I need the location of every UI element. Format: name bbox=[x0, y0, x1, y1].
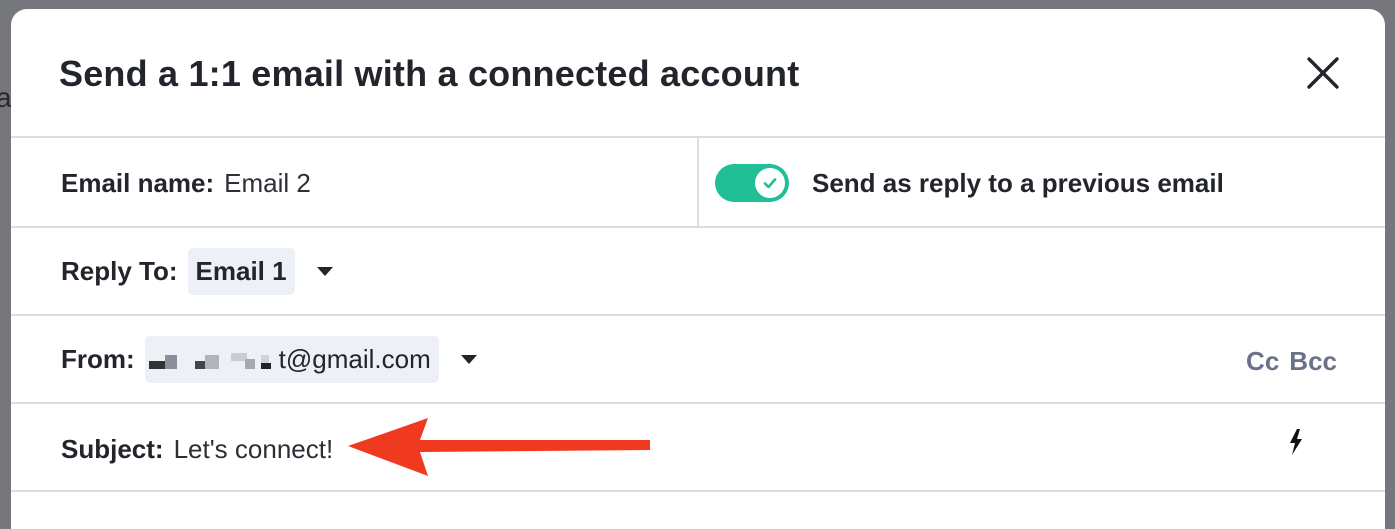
cc-link[interactable]: Cc bbox=[1246, 346, 1279, 377]
backdrop-text: a bbox=[0, 82, 12, 113]
reply-to-label: Reply To: bbox=[61, 256, 178, 286]
email-name-row: Email name: Email 2 Send as reply to a p… bbox=[11, 138, 1385, 228]
from-row: From: t@gmail.com Cc Bcc bbox=[11, 316, 1385, 404]
from-dropdown[interactable]: t@gmail.com bbox=[144, 336, 439, 383]
modal-header: Send a 1:1 email with a connected accoun… bbox=[11, 9, 1385, 138]
modal-title: Send a 1:1 email with a connected accoun… bbox=[59, 53, 800, 94]
send-as-reply-toggle[interactable] bbox=[715, 164, 789, 202]
toggle-knob bbox=[755, 168, 785, 198]
email-name-field[interactable]: Email name: Email 2 bbox=[61, 168, 311, 199]
chevron-down-icon[interactable] bbox=[316, 267, 333, 276]
bcc-link[interactable]: Bcc bbox=[1289, 346, 1337, 377]
email-name-label: Email name: bbox=[61, 168, 215, 198]
lightning-bolt-icon bbox=[1290, 429, 1302, 455]
redacted-email-pixels bbox=[148, 347, 279, 373]
from-field: From: t@gmail.com bbox=[61, 336, 477, 383]
subject-value[interactable]: Let's connect! bbox=[174, 434, 334, 465]
cc-bcc-links: Cc Bcc bbox=[1246, 346, 1337, 377]
chevron-down-icon[interactable] bbox=[460, 355, 477, 364]
personalize-button[interactable] bbox=[1287, 428, 1305, 461]
subject-row: Subject: Let's connect! bbox=[11, 404, 1385, 492]
subject-field[interactable]: Subject: Let's connect! bbox=[61, 434, 333, 465]
checkmark-icon bbox=[763, 178, 777, 189]
from-email-value: t@gmail.com bbox=[278, 344, 431, 374]
subject-label: Subject: bbox=[61, 434, 164, 464]
from-label: From: bbox=[61, 344, 135, 374]
close-icon bbox=[1307, 57, 1339, 89]
reply-to-dropdown[interactable]: Email 1 bbox=[187, 248, 295, 295]
send-email-modal: Send a 1:1 email with a connected accoun… bbox=[11, 9, 1385, 529]
reply-to-field: Reply To: Email 1 bbox=[61, 248, 333, 295]
close-button[interactable] bbox=[1301, 51, 1345, 95]
email-name-cell: Email name: Email 2 bbox=[11, 138, 699, 226]
send-as-reply-label: Send as reply to a previous email bbox=[812, 168, 1224, 198]
reply-toggle-cell: Send as reply to a previous email bbox=[699, 138, 1385, 226]
reply-to-row: Reply To: Email 1 bbox=[11, 228, 1385, 316]
email-name-value[interactable]: Email 2 bbox=[224, 168, 311, 199]
